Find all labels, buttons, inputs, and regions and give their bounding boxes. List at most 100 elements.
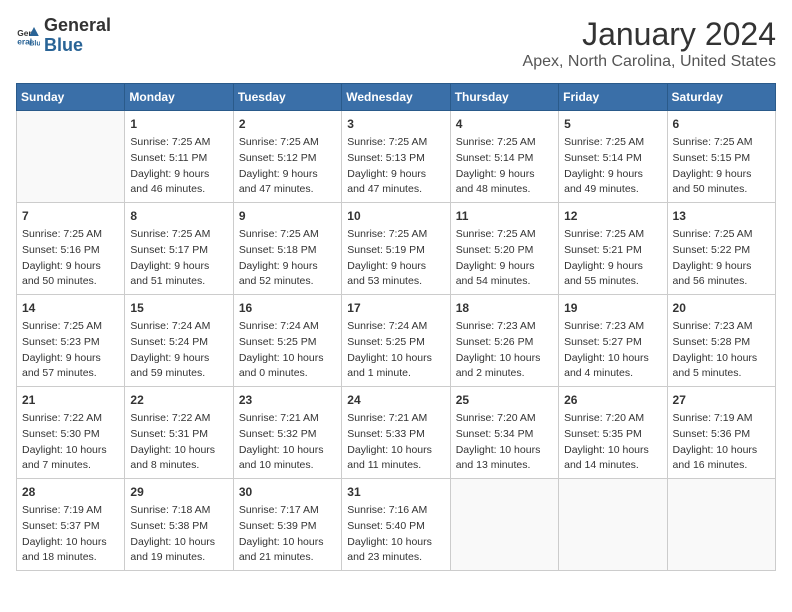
day-info: Sunrise: 7:20 AMSunset: 5:34 PMDaylight:…: [456, 411, 553, 474]
day-info: Sunrise: 7:25 AMSunset: 5:21 PMDaylight:…: [564, 227, 661, 290]
day-number: 22: [130, 391, 227, 409]
weekday-header: Wednesday: [342, 84, 450, 111]
table-row: 30 Sunrise: 7:17 AMSunset: 5:39 PMDayligh…: [233, 479, 341, 571]
day-number: 30: [239, 483, 336, 501]
day-info: Sunrise: 7:25 AMSunset: 5:11 PMDaylight:…: [130, 135, 227, 198]
table-row: 2 Sunrise: 7:25 AMSunset: 5:12 PMDaylight…: [233, 111, 341, 203]
table-row: 4 Sunrise: 7:25 AMSunset: 5:14 PMDaylight…: [450, 111, 558, 203]
day-number: 9: [239, 207, 336, 225]
page-title: January 2024: [523, 16, 776, 53]
table-row: 28Sunrise: 7:19 AMSunset: 5:37 PMDayligh…: [17, 479, 125, 571]
day-info: Sunrise: 7:23 AMSunset: 5:26 PMDaylight:…: [456, 319, 553, 382]
day-number: 12: [564, 207, 661, 225]
header: Gen eral Blue General Blue January 2024 …: [16, 16, 776, 71]
table-row: [667, 479, 775, 571]
weekday-header: Tuesday: [233, 84, 341, 111]
day-info: Sunrise: 7:20 AMSunset: 5:35 PMDaylight:…: [564, 411, 661, 474]
day-number: 24: [347, 391, 444, 409]
table-row: 11 Sunrise: 7:25 AMSunset: 5:20 PMDayligh…: [450, 203, 558, 295]
svg-text:Blue: Blue: [29, 38, 40, 47]
day-info: Sunrise: 7:25 AMSunset: 5:23 PMDaylight:…: [22, 319, 119, 382]
table-row: 9Sunrise: 7:25 AMSunset: 5:18 PMDaylight…: [233, 203, 341, 295]
day-info: Sunrise: 7:23 AMSunset: 5:27 PMDaylight:…: [564, 319, 661, 382]
day-number: 27: [673, 391, 770, 409]
day-info: Sunrise: 7:21 AMSunset: 5:32 PMDaylight:…: [239, 411, 336, 474]
table-row: 23 Sunrise: 7:21 AMSunset: 5:32 PMDayligh…: [233, 387, 341, 479]
table-row: 10 Sunrise: 7:25 AMSunset: 5:19 PMDayligh…: [342, 203, 450, 295]
day-number: 21: [22, 391, 119, 409]
day-info: Sunrise: 7:25 AMSunset: 5:17 PMDaylight:…: [130, 227, 227, 290]
day-info: Sunrise: 7:25 AMSunset: 5:15 PMDaylight:…: [673, 135, 770, 198]
day-number: 7: [22, 207, 119, 225]
calendar-header-row: SundayMondayTuesdayWednesdayThursdayFrid…: [17, 84, 776, 111]
day-info: Sunrise: 7:16 AMSunset: 5:40 PMDaylight:…: [347, 503, 444, 566]
day-number: 13: [673, 207, 770, 225]
calendar-week-row: 28Sunrise: 7:19 AMSunset: 5:37 PMDayligh…: [17, 479, 776, 571]
day-info: Sunrise: 7:22 AMSunset: 5:30 PMDaylight:…: [22, 411, 119, 474]
day-info: Sunrise: 7:25 AMSunset: 5:19 PMDaylight:…: [347, 227, 444, 290]
table-row: 20 Sunrise: 7:23 AMSunset: 5:28 PMDayligh…: [667, 295, 775, 387]
table-row: 25 Sunrise: 7:20 AMSunset: 5:34 PMDayligh…: [450, 387, 558, 479]
day-number: 29: [130, 483, 227, 501]
table-row: 14 Sunrise: 7:25 AMSunset: 5:23 PMDayligh…: [17, 295, 125, 387]
table-row: 12 Sunrise: 7:25 AMSunset: 5:21 PMDayligh…: [559, 203, 667, 295]
day-number: 1: [130, 115, 227, 133]
day-number: 25: [456, 391, 553, 409]
table-row: 16Sunrise: 7:24 AMSunset: 5:25 PMDayligh…: [233, 295, 341, 387]
weekday-header: Monday: [125, 84, 233, 111]
day-number: 26: [564, 391, 661, 409]
weekday-header: Thursday: [450, 84, 558, 111]
day-info: Sunrise: 7:25 AMSunset: 5:20 PMDaylight:…: [456, 227, 553, 290]
day-info: Sunrise: 7:25 AMSunset: 5:13 PMDaylight:…: [347, 135, 444, 198]
day-number: 18: [456, 299, 553, 317]
day-number: 4: [456, 115, 553, 133]
day-number: 2: [239, 115, 336, 133]
table-row: 24 Sunrise: 7:21 AMSunset: 5:33 PMDayligh…: [342, 387, 450, 479]
day-info: Sunrise: 7:25 AMSunset: 5:14 PMDaylight:…: [564, 135, 661, 198]
table-row: 15 Sunrise: 7:24 AMSunset: 5:24 PMDayligh…: [125, 295, 233, 387]
day-info: Sunrise: 7:25 AMSunset: 5:16 PMDaylight:…: [22, 227, 119, 290]
page-subtitle: Apex, North Carolina, United States: [523, 53, 776, 71]
calendar-week-row: 1 Sunrise: 7:25 AMSunset: 5:11 PMDaylight…: [17, 111, 776, 203]
table-row: 1 Sunrise: 7:25 AMSunset: 5:11 PMDaylight…: [125, 111, 233, 203]
day-info: Sunrise: 7:21 AMSunset: 5:33 PMDaylight:…: [347, 411, 444, 474]
day-number: 3: [347, 115, 444, 133]
table-row: 18 Sunrise: 7:23 AMSunset: 5:26 PMDayligh…: [450, 295, 558, 387]
table-row: 5Sunrise: 7:25 AMSunset: 5:14 PMDaylight…: [559, 111, 667, 203]
day-info: Sunrise: 7:18 AMSunset: 5:38 PMDaylight:…: [130, 503, 227, 566]
weekday-header: Sunday: [17, 84, 125, 111]
day-number: 20: [673, 299, 770, 317]
table-row: 8 Sunrise: 7:25 AMSunset: 5:17 PMDaylight…: [125, 203, 233, 295]
day-info: Sunrise: 7:25 AMSunset: 5:14 PMDaylight:…: [456, 135, 553, 198]
logo-line2: Blue: [44, 36, 111, 56]
day-info: Sunrise: 7:24 AMSunset: 5:25 PMDaylight:…: [239, 319, 336, 382]
day-info: Sunrise: 7:19 AMSunset: 5:37 PMDaylight:…: [22, 503, 119, 566]
table-row: 29 Sunrise: 7:18 AMSunset: 5:38 PMDayligh…: [125, 479, 233, 571]
day-info: Sunrise: 7:25 AMSunset: 5:12 PMDaylight:…: [239, 135, 336, 198]
day-info: Sunrise: 7:23 AMSunset: 5:28 PMDaylight:…: [673, 319, 770, 382]
day-info: Sunrise: 7:19 AMSunset: 5:36 PMDaylight:…: [673, 411, 770, 474]
day-number: 8: [130, 207, 227, 225]
table-row: 3 Sunrise: 7:25 AMSunset: 5:13 PMDaylight…: [342, 111, 450, 203]
day-number: 15: [130, 299, 227, 317]
day-number: 11: [456, 207, 553, 225]
logo-icon: Gen eral Blue: [16, 24, 40, 48]
day-number: 6: [673, 115, 770, 133]
table-row: 21 Sunrise: 7:22 AMSunset: 5:30 PMDayligh…: [17, 387, 125, 479]
title-area: January 2024 Apex, North Carolina, Unite…: [523, 16, 776, 71]
day-number: 14: [22, 299, 119, 317]
day-info: Sunrise: 7:24 AMSunset: 5:24 PMDaylight:…: [130, 319, 227, 382]
table-row: 17Sunrise: 7:24 AMSunset: 5:25 PMDayligh…: [342, 295, 450, 387]
calendar-week-row: 21 Sunrise: 7:22 AMSunset: 5:30 PMDayligh…: [17, 387, 776, 479]
table-row: [450, 479, 558, 571]
day-info: Sunrise: 7:25 AMSunset: 5:22 PMDaylight:…: [673, 227, 770, 290]
table-row: 13 Sunrise: 7:25 AMSunset: 5:22 PMDayligh…: [667, 203, 775, 295]
logo-line1: General: [44, 16, 111, 36]
day-number: 19: [564, 299, 661, 317]
day-number: 31: [347, 483, 444, 501]
day-number: 10: [347, 207, 444, 225]
day-info: Sunrise: 7:17 AMSunset: 5:39 PMDaylight:…: [239, 503, 336, 566]
day-number: 23: [239, 391, 336, 409]
calendar-table: SundayMondayTuesdayWednesdayThursdayFrid…: [16, 83, 776, 571]
weekday-header: Friday: [559, 84, 667, 111]
